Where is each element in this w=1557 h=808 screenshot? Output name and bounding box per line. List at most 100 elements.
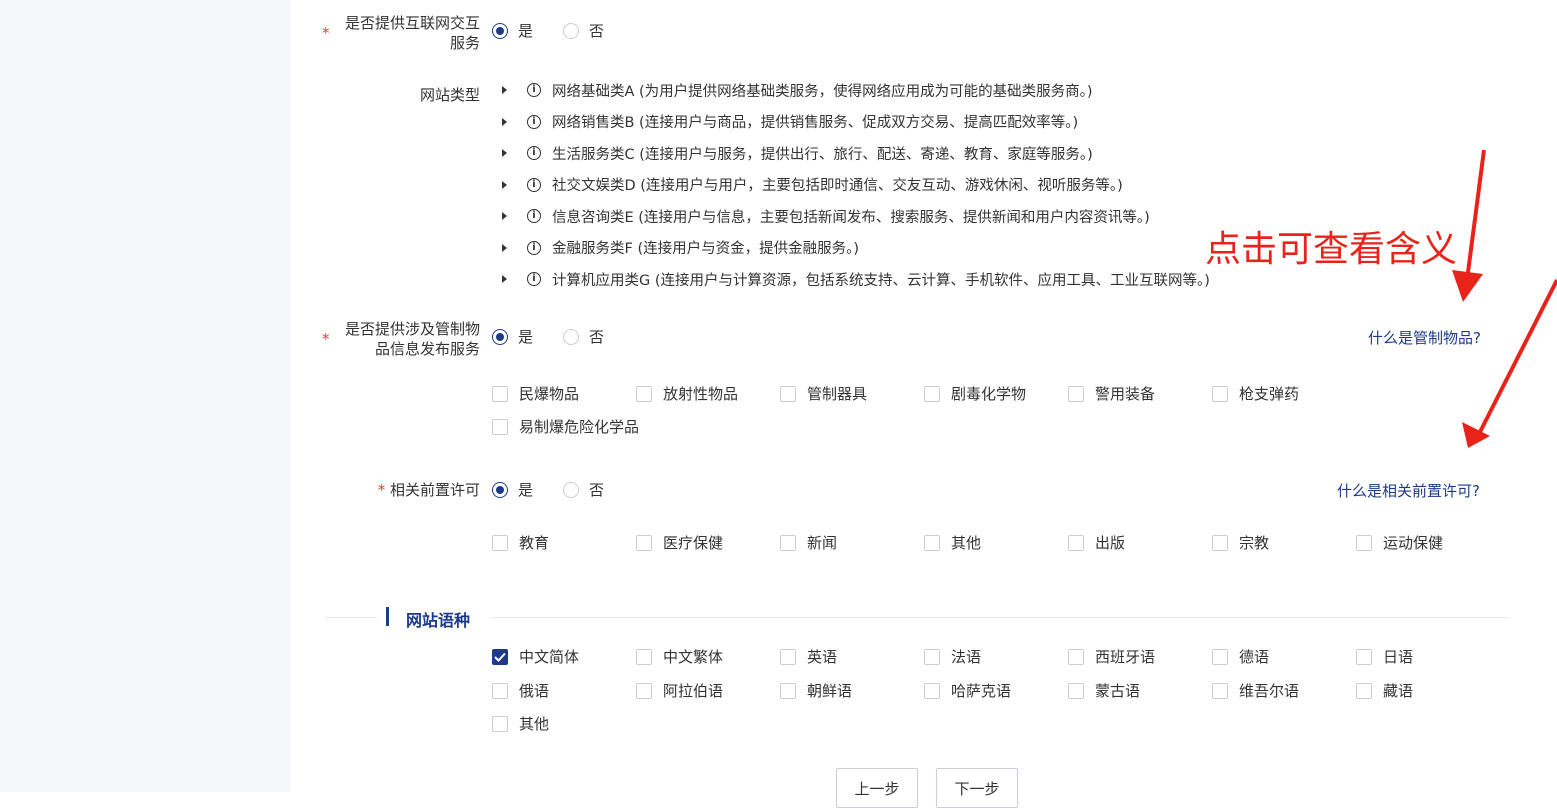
checkbox[interactable] <box>924 683 940 699</box>
what-is-permit-link[interactable]: 什么是相关前置许可? <box>1337 480 1480 501</box>
language-checkbox[interactable]: 阿拉伯语 <box>636 681 723 701</box>
language-checkbox[interactable]: 英语 <box>780 647 837 667</box>
site-type-item-text: 信息咨询类E (连接用户与信息，主要包括新闻发布、搜索服务、提供新闻和用户内容资… <box>552 209 1150 226</box>
prev-step-button[interactable]: 上一步 <box>836 768 918 808</box>
checkbox[interactable] <box>1356 535 1372 551</box>
expand-arrow-icon[interactable] <box>502 180 507 189</box>
language-checkbox[interactable]: 其他 <box>492 714 549 734</box>
permit-item-checkbox[interactable]: 医疗保健 <box>636 533 723 553</box>
checkbox[interactable] <box>492 716 508 732</box>
checkbox-label: 其他 <box>951 534 982 552</box>
expand-arrow-icon[interactable] <box>502 243 507 252</box>
checkbox[interactable] <box>780 535 796 551</box>
checkbox[interactable] <box>1068 386 1084 402</box>
controlled-items-label: 是否提供涉及管制物 品信息发布服务 <box>320 319 480 359</box>
checkbox[interactable] <box>1212 649 1228 665</box>
language-checkbox[interactable]: 朝鲜语 <box>780 681 852 701</box>
checkbox[interactable] <box>924 386 940 402</box>
radio-no[interactable] <box>563 481 580 498</box>
language-checkbox[interactable]: 德语 <box>1212 647 1269 667</box>
checkbox-label: 易制爆危险化学品 <box>519 418 640 436</box>
checkbox[interactable] <box>492 683 508 699</box>
language-checkbox[interactable]: 维吾尔语 <box>1212 681 1299 701</box>
permit-item-checkbox[interactable]: 运动保健 <box>1356 533 1443 553</box>
language-checkbox[interactable]: 中文繁体 <box>636 647 723 667</box>
expand-arrow-icon[interactable] <box>502 212 507 220</box>
checkbox-label: 中文繁体 <box>663 648 724 666</box>
radio-no[interactable] <box>563 22 580 39</box>
expand-arrow-icon[interactable] <box>502 117 507 126</box>
permit-item-checkbox[interactable]: 其他 <box>924 533 981 553</box>
permit-item-checkbox[interactable]: 教育 <box>492 533 549 553</box>
checkbox[interactable] <box>1212 683 1228 699</box>
checkbox[interactable] <box>924 649 940 665</box>
what-is-controlled-items-link[interactable]: 什么是管制物品? <box>1368 327 1481 348</box>
language-checkbox[interactable]: 中文简体 <box>492 647 579 667</box>
site-type-item[interactable]: i 社交文娱类D (连接用户与用户，主要包括即时通信、交友互动、游戏休闲、视听服… <box>502 175 1210 195</box>
site-type-item[interactable]: i 金融服务类F (连接用户与资金，提供金融服务。) <box>502 238 1210 258</box>
checkbox[interactable] <box>780 649 796 665</box>
controlled-item-checkbox[interactable]: 放射性物品 <box>636 384 738 404</box>
controlled-item-checkbox[interactable]: 民爆物品 <box>492 384 579 404</box>
controlled-item-checkbox[interactable]: 警用装备 <box>1068 384 1155 404</box>
checkbox-label: 法语 <box>951 648 982 666</box>
checkbox[interactable] <box>1212 535 1228 551</box>
checkbox[interactable] <box>1356 683 1372 699</box>
language-checkbox[interactable]: 俄语 <box>492 681 549 701</box>
language-checkbox[interactable]: 哈萨克语 <box>924 681 1011 701</box>
checkbox[interactable] <box>1068 649 1084 665</box>
checkbox-checked[interactable] <box>492 649 508 665</box>
checkbox[interactable] <box>636 649 652 665</box>
permit-label-text: 相关前置许可 <box>389 481 480 499</box>
checkbox-label: 民爆物品 <box>519 385 580 403</box>
info-icon: i <box>527 83 541 97</box>
checkbox[interactable] <box>924 535 940 551</box>
language-checkbox[interactable]: 蒙古语 <box>1068 681 1140 701</box>
next-step-button[interactable]: 下一步 <box>936 768 1018 808</box>
checkbox[interactable] <box>492 535 508 551</box>
label-line: 是否提供互联网交互 <box>344 14 480 32</box>
interactive-service-radio-group: 是 否 <box>492 20 604 41</box>
left-sidebar-background <box>0 0 290 792</box>
site-type-item[interactable]: i 信息咨询类E (连接用户与信息，主要包括新闻发布、搜索服务、提供新闻和用户内… <box>502 206 1210 226</box>
site-type-item[interactable]: i 计算机应用类G (连接用户与计算资源，包括系统支持、云计算、手机软件、应用工… <box>502 269 1210 289</box>
site-type-item[interactable]: i 网络销售类B (连接用户与商品，提供销售服务、促成双方交易、提高匹配效率等。… <box>502 112 1210 132</box>
checkbox-label: 医疗保健 <box>663 534 724 552</box>
language-checkbox[interactable]: 藏语 <box>1356 681 1413 701</box>
language-checkbox[interactable]: 西班牙语 <box>1068 647 1155 667</box>
permit-item-checkbox[interactable]: 新闻 <box>780 533 837 553</box>
annotation-arrows <box>1452 149 1557 448</box>
checkbox[interactable] <box>1212 386 1228 402</box>
checkbox[interactable] <box>780 683 796 699</box>
site-type-item[interactable]: i 生活服务类C (连接用户与服务，提供出行、旅行、配送、寄递、教育、家庭等服务… <box>502 143 1210 163</box>
checkbox[interactable] <box>1068 683 1084 699</box>
checkbox[interactable] <box>636 386 652 402</box>
radio-yes[interactable] <box>492 481 508 498</box>
expand-arrow-icon[interactable] <box>502 275 507 283</box>
checkbox[interactable] <box>1356 649 1372 665</box>
permit-item-checkbox[interactable]: 宗教 <box>1212 533 1269 553</box>
expand-arrow-icon[interactable] <box>502 149 507 157</box>
controlled-item-checkbox[interactable]: 剧毒化学物 <box>924 384 1026 404</box>
language-checkbox[interactable]: 法语 <box>924 647 981 667</box>
radio-yes[interactable] <box>492 22 508 39</box>
radio-yes[interactable] <box>492 328 508 345</box>
checkbox[interactable] <box>492 386 508 402</box>
controlled-item-checkbox[interactable]: 管制器具 <box>780 384 867 404</box>
controlled-item-checkbox[interactable]: 枪支弹药 <box>1212 384 1299 404</box>
checkbox[interactable] <box>1068 535 1084 551</box>
checkbox[interactable] <box>780 386 796 402</box>
site-type-item[interactable]: i 网络基础类A (为用户提供网络基础类服务，使得网络应用成为可能的基础类服务商… <box>502 80 1210 100</box>
radio-yes-label: 是 <box>518 481 534 499</box>
label-line: 服务 <box>449 34 480 52</box>
language-checkbox[interactable]: 日语 <box>1356 647 1413 667</box>
checkbox-label: 运动保健 <box>1383 534 1444 552</box>
radio-no[interactable] <box>563 328 580 345</box>
checkbox[interactable] <box>636 535 652 551</box>
expand-arrow-icon[interactable] <box>502 86 507 94</box>
checkbox[interactable] <box>636 683 652 699</box>
radio-no-label: 否 <box>589 481 605 499</box>
permit-item-checkbox[interactable]: 出版 <box>1068 533 1125 553</box>
checkbox[interactable] <box>492 419 508 435</box>
controlled-item-checkbox[interactable]: 易制爆危险化学品 <box>492 417 639 437</box>
